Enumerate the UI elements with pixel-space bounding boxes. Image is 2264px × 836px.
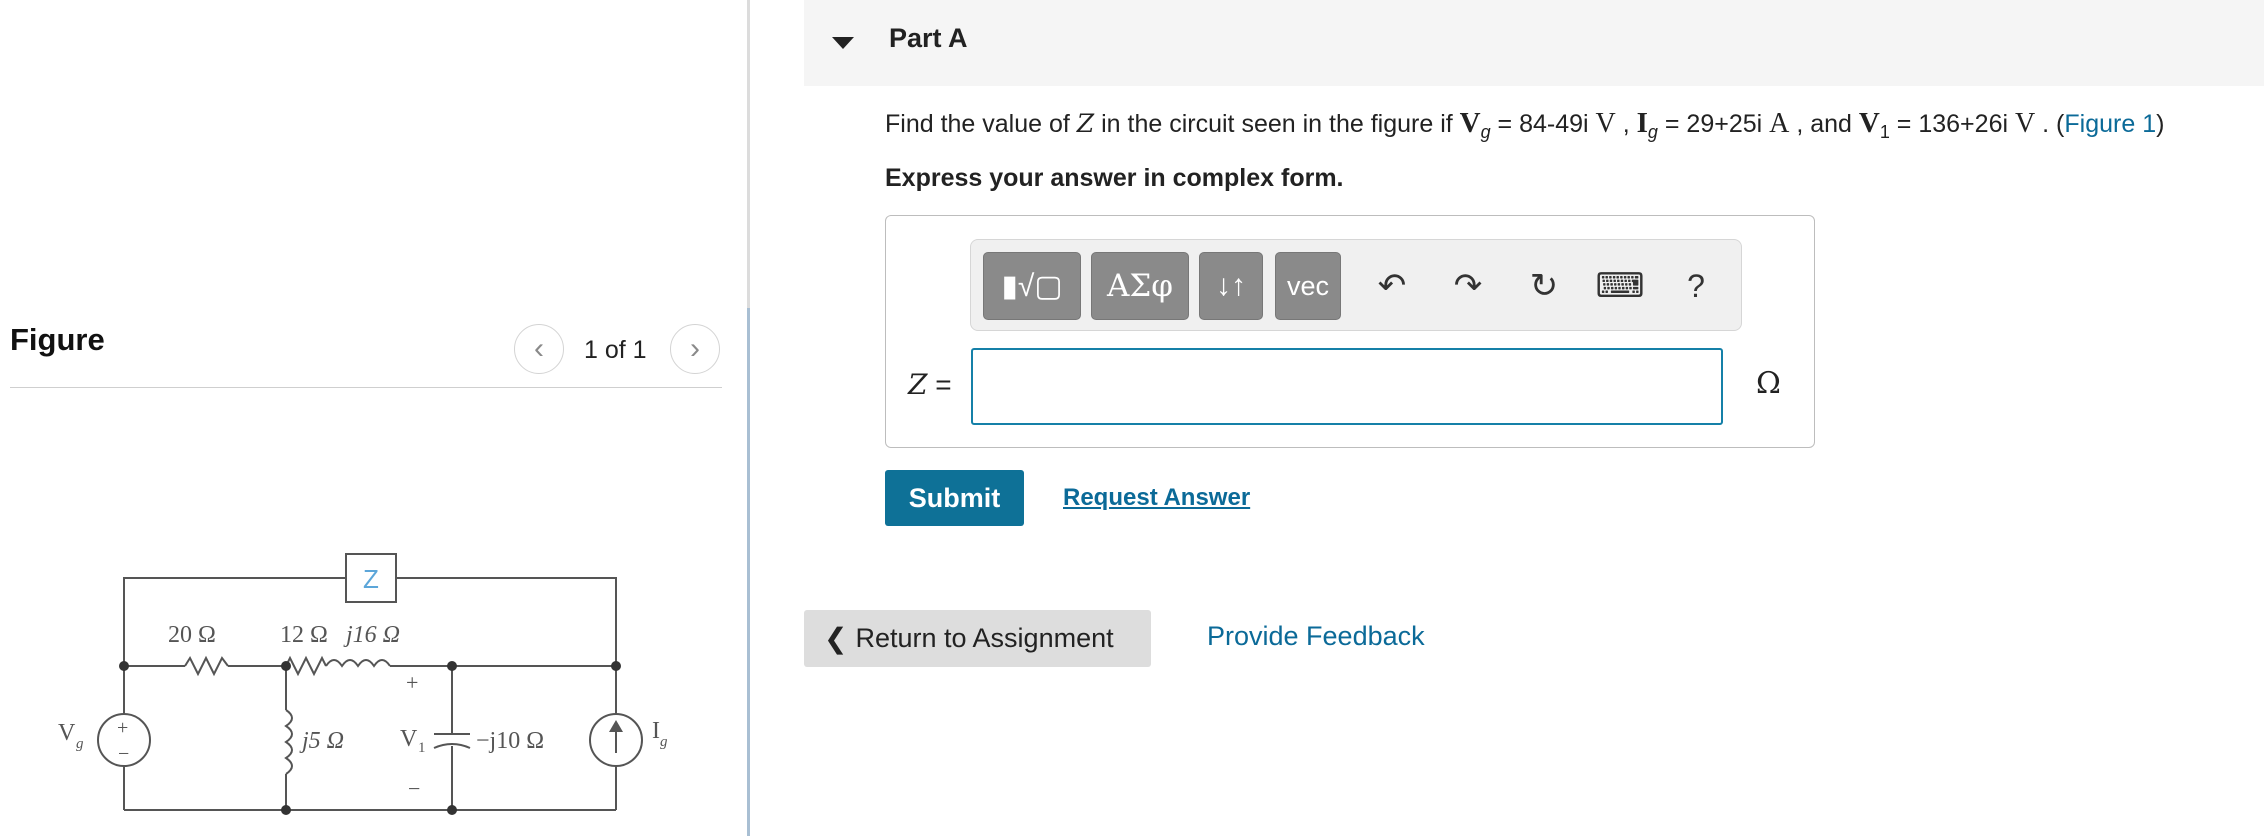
variable-z: Z [1076, 109, 1095, 138]
question-segment: ) [2156, 110, 2165, 138]
subscript-g: g [1480, 122, 1491, 142]
variable-v1: V [1858, 107, 1880, 139]
greek-symbols-button[interactable]: ΑΣφ [1091, 252, 1189, 320]
unit-volts: V [1595, 108, 1616, 139]
vector-button[interactable]: vec [1275, 252, 1341, 320]
undo-icon[interactable]: ↶ [1368, 262, 1416, 310]
answer-label: Z = [908, 368, 952, 401]
unit-amperes: A [1769, 108, 1790, 139]
chevron-left-icon: ‹ [534, 332, 544, 365]
reset-icon[interactable]: ↻ [1520, 262, 1568, 310]
unit-volts: V [2014, 108, 2036, 139]
l2-label: j5 Ω [299, 728, 344, 754]
vg-label: V [58, 720, 76, 746]
question-segment: , [1615, 110, 1637, 138]
question-segment: Find the value of [885, 110, 1077, 138]
figure-title: Figure [10, 322, 105, 357]
figure-panel: Figure ‹ 1 of 1 › Z 20 Ω 12 Ω j16 Ω j5 Ω… [0, 0, 748, 836]
return-label: Return to Assignment [855, 623, 1114, 653]
submit-button[interactable]: Submit [885, 470, 1024, 526]
question-segment: , and [1789, 110, 1859, 138]
previous-figure-button[interactable]: ‹ [514, 324, 564, 374]
request-answer-link[interactable]: Request Answer [1063, 484, 1250, 512]
v1-label: V [400, 726, 418, 752]
answer-label-equals: = [927, 369, 952, 400]
subscript-g: g [1647, 122, 1658, 142]
arrows-button[interactable]: ↓↑ [1199, 252, 1263, 320]
r2-label: 12 Ω [280, 622, 328, 648]
templates-button[interactable]: ▮√▢ [983, 252, 1081, 320]
answer-unit: Ω [1756, 366, 1781, 401]
z-box-label: Z [363, 564, 379, 594]
figure-divider [10, 387, 722, 388]
question-text: Find the value of Z in the circuit seen … [885, 107, 2164, 143]
part-title[interactable]: Part A [889, 23, 968, 54]
variable-ig: I [1636, 107, 1648, 139]
v1-plus: + [406, 670, 418, 695]
caret-down-icon[interactable] [832, 37, 854, 49]
answer-input[interactable] [971, 348, 1723, 425]
r1-label: 20 Ω [168, 622, 216, 648]
subscript-1: 1 [1879, 122, 1890, 142]
variable-vg: V [1459, 107, 1481, 139]
v1-value: = 136+26i [1889, 110, 2015, 138]
keyboard-icon[interactable]: ⌨ [1595, 262, 1644, 310]
question-segment: in the circuit seen in the figure if [1094, 110, 1460, 138]
answer-instruction: Express your answer in complex form. [885, 164, 1344, 192]
ig-subscript: g [660, 734, 668, 750]
v1-subscript: 1 [418, 740, 426, 756]
chevron-right-icon: › [690, 332, 700, 365]
figure-link[interactable]: Figure 1 [2064, 110, 2156, 138]
vg-plus: + [117, 717, 128, 739]
c-label: −j10 Ω [476, 728, 544, 754]
v1-minus: − [408, 776, 420, 801]
ig-label: I [652, 718, 660, 744]
figure-page-indicator: 1 of 1 [584, 336, 647, 364]
answer-label-variable: Z [908, 368, 928, 401]
circuit-diagram: Z 20 Ω 12 Ω j16 Ω j5 Ω −j10 Ω V 1 + − V … [58, 553, 668, 815]
provide-feedback-link[interactable]: Provide Feedback [1207, 621, 1425, 652]
ig-value: = 29+25i [1657, 110, 1770, 138]
chevron-left-icon: ❮ [824, 623, 848, 654]
vg-subscript: g [76, 736, 84, 752]
redo-icon[interactable]: ↷ [1444, 262, 1492, 310]
l1-label: j16 Ω [343, 622, 400, 648]
next-figure-button[interactable]: › [670, 324, 720, 374]
part-header[interactable] [804, 0, 2264, 86]
vg-minus: − [118, 743, 129, 765]
panel-divider-handle[interactable] [747, 308, 750, 836]
question-segment: . ( [2035, 110, 2065, 138]
vg-value: = 84-49i [1490, 110, 1596, 138]
help-icon[interactable]: ? [1672, 262, 1720, 310]
return-to-assignment-button[interactable]: ❮ Return to Assignment [804, 610, 1151, 667]
